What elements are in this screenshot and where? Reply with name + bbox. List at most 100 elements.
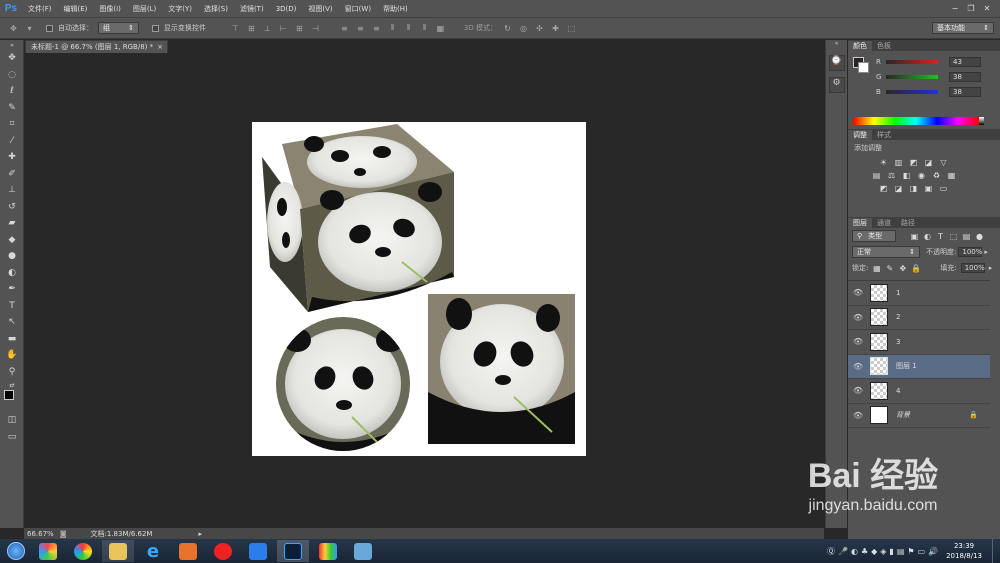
tab-paths[interactable]: 路径: [896, 218, 920, 228]
green-slider[interactable]: [886, 74, 938, 79]
opacity-input[interactable]: 100%: [958, 247, 982, 257]
chevron-down-icon[interactable]: ▾: [24, 24, 35, 33]
move-tool-icon[interactable]: ✥: [8, 24, 19, 33]
visibility-eye-icon[interactable]: 👁: [848, 313, 868, 322]
zoom-tool-icon[interactable]: ⚲: [0, 364, 24, 381]
taskbar-app-2[interactable]: [67, 540, 99, 562]
taskbar-app-3[interactable]: [102, 540, 134, 562]
path-select-tool-icon[interactable]: ↖: [0, 314, 24, 331]
menu-help[interactable]: 帮助(H): [377, 4, 414, 14]
quick-select-tool-icon[interactable]: ✎: [0, 100, 24, 117]
tray-app-icon[interactable]: ◈: [880, 547, 886, 556]
layer-row-background[interactable]: 👁 背景 🔒: [848, 404, 990, 428]
visibility-eye-icon[interactable]: 👁: [848, 411, 868, 420]
align-right-icon[interactable]: ⊣: [310, 24, 321, 33]
shape-tool-icon[interactable]: ▬: [0, 331, 24, 348]
align-hcenter-icon[interactable]: ⊞: [294, 24, 305, 33]
color-swatches[interactable]: [0, 390, 23, 412]
auto-select-dropdown[interactable]: 组 ⇕: [98, 22, 139, 34]
layer-row-4[interactable]: 👁 4: [848, 379, 990, 404]
curves-icon[interactable]: ◩: [909, 158, 918, 167]
visibility-eye-icon[interactable]: 👁: [848, 288, 868, 297]
exposure-icon[interactable]: ◪: [924, 158, 933, 167]
green-value[interactable]: 38: [949, 71, 981, 82]
levels-icon[interactable]: ▥: [894, 158, 903, 167]
brush-tool-icon[interactable]: ✐: [0, 166, 24, 183]
hand-tool-icon[interactable]: ✋: [0, 347, 24, 364]
tab-layers[interactable]: 图层: [848, 218, 872, 228]
eraser-tool-icon[interactable]: ▰: [0, 215, 24, 232]
visibility-eye-icon[interactable]: 👁: [848, 386, 868, 395]
align-left-icon[interactable]: ⊢: [278, 24, 289, 33]
layer-filter-dropdown[interactable]: ⚲ 类型: [852, 230, 896, 242]
network-icon[interactable]: ▤: [897, 547, 905, 556]
brightness-icon[interactable]: ☀: [879, 158, 888, 167]
menu-type[interactable]: 文字(Y): [162, 4, 198, 14]
microphone-icon[interactable]: 🎤: [838, 547, 848, 556]
crop-tool-icon[interactable]: ⌗: [0, 116, 24, 133]
taskbar-app-photoshop[interactable]: [277, 540, 309, 562]
black-white-icon[interactable]: ◧: [902, 171, 911, 180]
tab-adjustments[interactable]: 调整: [848, 130, 872, 140]
invert-icon[interactable]: ◩: [879, 184, 888, 193]
filter-toggle-icon[interactable]: ●: [975, 232, 984, 241]
posterize-icon[interactable]: ◪: [894, 184, 903, 193]
bw-ramp[interactable]: [979, 117, 984, 125]
show-transform-checkbox[interactable]: [151, 24, 159, 32]
taskbar-app-1[interactable]: [32, 540, 64, 562]
menu-view[interactable]: 视图(V): [302, 4, 338, 14]
gradient-map-icon[interactable]: ▭: [939, 184, 948, 193]
color-balance-icon[interactable]: ⚖: [887, 171, 896, 180]
paint-bucket-tool-icon[interactable]: ◆: [0, 232, 24, 249]
menu-window[interactable]: 窗口(W): [339, 4, 377, 14]
channel-mixer-icon[interactable]: ♻: [932, 171, 941, 180]
lock-all-icon[interactable]: 🔒: [911, 264, 921, 273]
blue-value[interactable]: 38: [949, 86, 981, 97]
distribute-top-icon[interactable]: ≡: [339, 24, 350, 33]
3d-roll-icon[interactable]: ◎: [518, 24, 529, 33]
flag-icon[interactable]: ⚑: [907, 547, 914, 556]
menu-file[interactable]: 文件(F): [22, 4, 58, 14]
3d-rotate-icon[interactable]: ↻: [502, 24, 513, 33]
fill-arrow-icon[interactable]: ▸: [989, 264, 993, 272]
eyedropper-tool-icon[interactable]: ⁄: [0, 133, 24, 150]
minimize-button[interactable]: −: [948, 3, 962, 14]
distribute-bottom-icon[interactable]: ≡: [371, 24, 382, 33]
zoom-level[interactable]: 66.67%: [27, 530, 54, 538]
start-button[interactable]: [0, 540, 32, 562]
close-button[interactable]: ✕: [980, 3, 994, 14]
red-value[interactable]: 43: [949, 56, 981, 67]
foreground-color[interactable]: [4, 390, 14, 400]
clock[interactable]: 23:39 2018/8/13: [946, 541, 982, 561]
background-swatch[interactable]: [858, 62, 869, 73]
taskbar-app-7[interactable]: [242, 540, 274, 562]
show-desktop-button[interactable]: [992, 539, 1000, 563]
auto-align-icon[interactable]: ▦: [435, 24, 446, 33]
distribute-right-icon[interactable]: ⦀: [419, 23, 430, 33]
filter-pixel-icon[interactable]: ▣: [910, 232, 919, 241]
volume-icon[interactable]: 🔊: [928, 547, 938, 556]
3d-drag-icon[interactable]: ✣: [534, 24, 545, 33]
filter-shape-icon[interactable]: ⬚: [949, 232, 958, 241]
blend-mode-dropdown[interactable]: 正常 ⇕: [852, 246, 920, 258]
workspace-dropdown[interactable]: 基本功能 ⇕: [932, 22, 994, 34]
tab-color[interactable]: 颜色: [848, 41, 872, 51]
tab-swatches[interactable]: 色板: [872, 41, 896, 51]
distribute-left-icon[interactable]: ⦀: [387, 23, 398, 33]
menu-image[interactable]: 图像(I): [93, 4, 127, 14]
screen-mode-icon[interactable]: ▭: [0, 429, 24, 446]
battery-icon[interactable]: ▮: [889, 547, 893, 556]
quick-mask-icon[interactable]: ◫: [0, 412, 24, 429]
menu-select[interactable]: 选择(S): [198, 4, 234, 14]
swap-colors-icon[interactable]: ⇄: [0, 380, 24, 390]
lock-position-icon[interactable]: ✥: [898, 264, 907, 273]
taskbar-app-10[interactable]: [347, 540, 379, 562]
fill-input[interactable]: 100%: [960, 263, 985, 273]
collapse-toolbox-icon[interactable]: »: [0, 40, 24, 50]
threshold-icon[interactable]: ◨: [909, 184, 918, 193]
lock-transparent-icon[interactable]: ▦: [872, 264, 881, 273]
document-tab[interactable]: 未标题-1 @ 66.7% (图层 1, RGB/8) * ×: [25, 40, 168, 53]
clone-stamp-tool-icon[interactable]: ⊥: [0, 182, 24, 199]
color-lookup-icon[interactable]: ▦: [947, 171, 956, 180]
distribute-vcenter-icon[interactable]: ≡: [355, 24, 366, 33]
